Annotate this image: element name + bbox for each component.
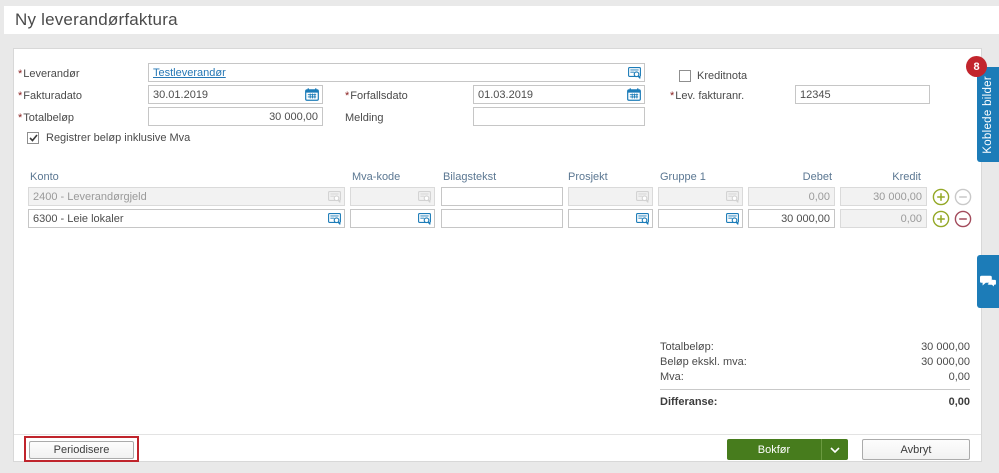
lev-fakturanr-field[interactable] <box>795 85 930 104</box>
lookup-icon[interactable] <box>418 212 431 225</box>
registrer-mva-label: Registrer beløp inklusive Mva <box>46 132 191 144</box>
required-marker: * <box>345 90 350 102</box>
debet-cell[interactable] <box>748 209 835 228</box>
lookup-icon[interactable] <box>328 212 341 225</box>
column-header-prosjekt: Prosjekt <box>568 171 608 183</box>
kredit-input <box>844 211 923 226</box>
remove-row-button <box>953 187 972 206</box>
column-header-kredit: Kredit <box>892 171 921 183</box>
forfallsdato-label: *Forfallsdato <box>345 90 408 102</box>
column-header-konto: Konto <box>30 171 59 183</box>
lookup-icon[interactable] <box>628 66 641 79</box>
leverandor-label: *Leverandør <box>18 68 80 80</box>
column-header-debet: Debet <box>802 171 832 183</box>
mva-kode-input <box>354 189 418 204</box>
konto-cell <box>28 187 345 206</box>
fakturadato-field[interactable] <box>148 85 323 104</box>
lookup-icon[interactable] <box>636 212 649 225</box>
calendar-icon[interactable] <box>627 88 641 101</box>
lev-fakturanr-label: *Lev. fakturanr. <box>670 90 745 102</box>
chat-icon <box>979 275 997 289</box>
prosjekt-input[interactable] <box>572 211 636 226</box>
gruppe-1-input <box>662 189 726 204</box>
summary-totalbelop-value: 30 000,00 <box>921 341 970 353</box>
konto-input <box>32 189 328 204</box>
kreditnota-checkbox[interactable] <box>679 70 691 82</box>
chat-tab[interactable] <box>977 255 999 308</box>
bokfor-button-label[interactable]: Bokfør <box>727 439 821 460</box>
bilagstekst-cell[interactable] <box>441 187 563 206</box>
totalbelop-label: *Totalbeløp <box>18 112 75 124</box>
summary-totalbelop-label: Totalbeløp: <box>660 341 714 353</box>
kredit-input <box>844 189 923 204</box>
lookup-icon[interactable] <box>726 212 739 225</box>
mva-kode-cell[interactable] <box>350 209 435 228</box>
leverandor-link[interactable]: Testleverandør <box>152 67 226 79</box>
forfallsdato-input[interactable] <box>477 87 627 102</box>
summary-mva-label: Mva: <box>660 371 684 383</box>
koblede-bilder-tab[interactable]: Koblede bilder <box>977 67 999 162</box>
calendar-icon[interactable] <box>305 88 319 101</box>
required-marker: * <box>18 68 23 80</box>
lookup-icon <box>418 190 431 203</box>
mva-kode-input[interactable] <box>354 211 418 226</box>
lookup-icon <box>328 190 341 203</box>
page-title: Ny leverandørfaktura <box>15 10 178 29</box>
required-marker: * <box>18 90 23 102</box>
totalbelop-input[interactable] <box>152 109 319 124</box>
kreditnota-label: Kreditnota <box>697 70 748 82</box>
konto-cell[interactable] <box>28 209 345 228</box>
bokfor-button[interactable]: Bokfør <box>727 439 848 460</box>
add-row-button[interactable] <box>931 209 950 228</box>
bilagstekst-input[interactable] <box>445 211 559 226</box>
summary-mva-value: 0,00 <box>948 371 970 383</box>
gruppe-1-cell[interactable] <box>658 209 743 228</box>
lookup-icon <box>726 190 739 203</box>
required-marker: * <box>18 112 23 124</box>
column-header-bilagstekst: Bilagstekst <box>443 171 497 183</box>
registrer-mva-checkbox[interactable] <box>27 132 39 144</box>
column-header-gruppe-1: Gruppe 1 <box>660 171 706 183</box>
fakturadato-input[interactable] <box>152 87 305 102</box>
debet-cell <box>748 187 835 206</box>
fakturadato-label: *Fakturadato <box>18 90 82 102</box>
kredit-cell <box>840 209 927 228</box>
attachment-count-badge: 8 <box>966 56 987 77</box>
konto-input[interactable] <box>32 211 328 226</box>
forfallsdato-field[interactable] <box>473 85 645 104</box>
koblede-bilder-tab-label: Koblede bilder <box>982 75 994 154</box>
melding-field[interactable] <box>473 107 645 126</box>
summary-differanse-value: 0,00 <box>948 396 970 408</box>
melding-input[interactable] <box>477 109 641 124</box>
summary-ekskl-mva-label: Beløp ekskl. mva: <box>660 356 747 368</box>
leverandor-field[interactable]: Testleverandør <box>148 63 645 82</box>
periodisere-button[interactable]: Periodisere <box>29 441 134 459</box>
prosjekt-cell[interactable] <box>568 209 653 228</box>
gruppe-1-cell <box>658 187 743 206</box>
bilagstekst-cell[interactable] <box>441 209 563 228</box>
totalbelop-field[interactable] <box>148 107 323 126</box>
avbryt-button[interactable]: Avbryt <box>862 439 970 460</box>
summary-ekskl-mva-value: 30 000,00 <box>921 356 970 368</box>
chevron-down-icon[interactable] <box>822 439 848 460</box>
kredit-cell <box>840 187 927 206</box>
debet-input <box>752 189 831 204</box>
debet-input[interactable] <box>752 211 831 226</box>
lookup-icon <box>636 190 649 203</box>
melding-label: Melding <box>345 112 384 124</box>
footer-divider <box>14 434 981 435</box>
prosjekt-input <box>572 189 636 204</box>
bilagstekst-input[interactable] <box>445 189 559 204</box>
supplier-invoice-screen: Ny leverandørfaktura *Leverandør *Faktur… <box>0 0 999 473</box>
mva-kode-cell <box>350 187 435 206</box>
summary-divider <box>660 389 970 390</box>
summary-differanse-label: Differanse: <box>660 396 718 408</box>
gruppe-1-input[interactable] <box>662 211 726 226</box>
lev-fakturanr-input[interactable] <box>799 87 926 102</box>
prosjekt-cell <box>568 187 653 206</box>
required-marker: * <box>670 90 675 102</box>
remove-row-button[interactable] <box>953 209 972 228</box>
column-header-mva-kode: Mva-kode <box>352 171 401 183</box>
add-row-button[interactable] <box>931 187 950 206</box>
